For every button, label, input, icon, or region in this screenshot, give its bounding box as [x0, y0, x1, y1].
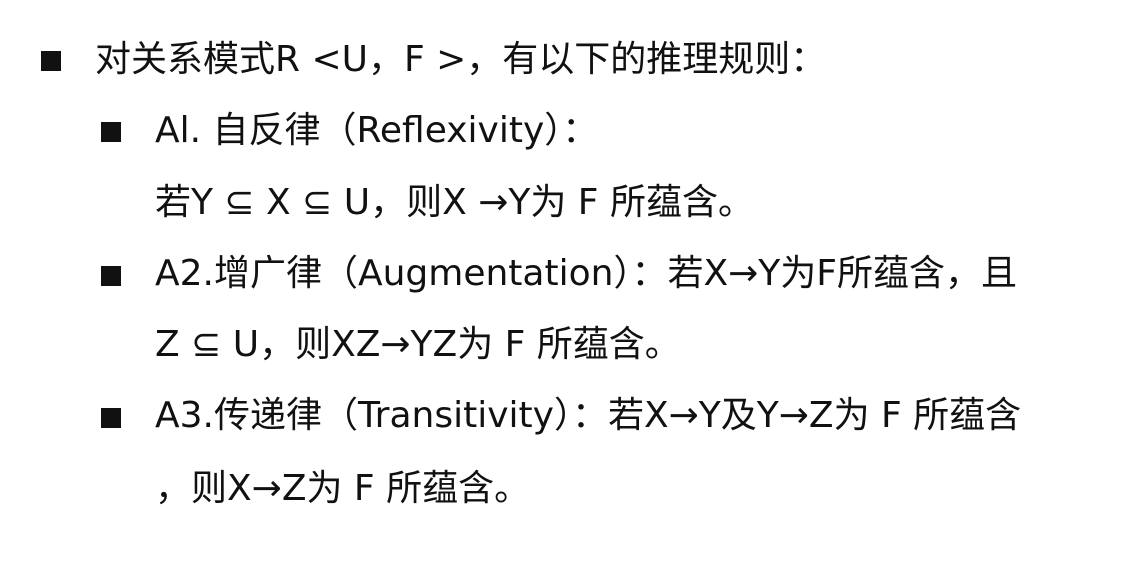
square-bullet-icon: [101, 408, 121, 428]
heading-text: 对关系模式R <U，F >，有以下的推理规则：: [95, 39, 827, 80]
rule-augmentation-title: A2.增广律（Augmentation）：若X→Y为F所蕴含，且: [155, 253, 1017, 294]
slide: 对关系模式R <U，F >，有以下的推理规则： Al. 自反律（Reflexiv…: [0, 0, 1148, 588]
rule-transitivity-body: ，则X→Z为 F 所蕴含。: [155, 468, 531, 509]
square-bullet-icon: [101, 122, 121, 142]
rule-augmentation-body: Z ⊆ U，则XZ→YZ为 F 所蕴含。: [155, 324, 681, 365]
rule-transitivity-title: A3.传递律（Transitivity）：若X→Y及Y→Z为 F 所蕴含: [155, 395, 1022, 436]
rule-reflexivity-title: Al. 自反律（Reflexivity）：: [155, 110, 599, 151]
square-bullet-icon: [41, 51, 61, 71]
square-bullet-icon: [101, 266, 121, 286]
rule-reflexivity-body: 若Y ⊆ X ⊆ U，则X →Y为 F 所蕴含。: [155, 182, 754, 223]
